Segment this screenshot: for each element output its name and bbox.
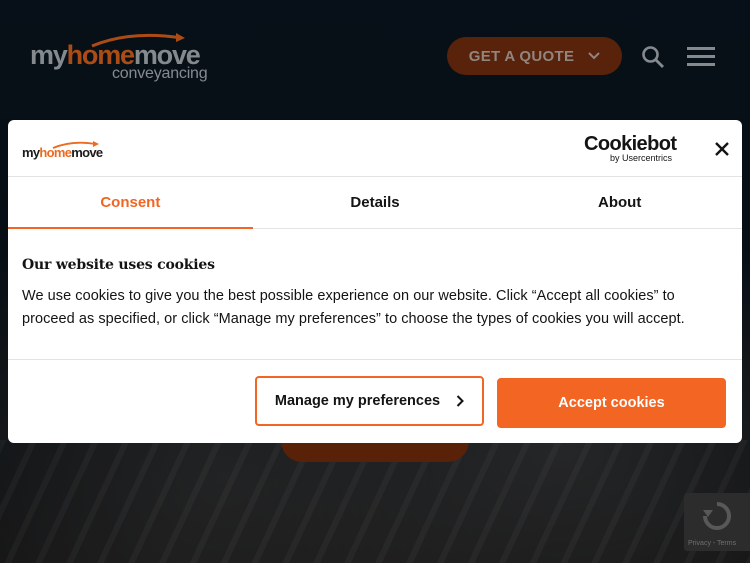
tab-consent[interactable]: Consent <box>8 177 253 229</box>
cookiebot-logo[interactable]: Cookiebot by Usercentrics <box>584 133 684 163</box>
manage-preferences-label: Manage my preferences <box>274 393 441 409</box>
accept-cookies-button[interactable]: Accept cookies <box>497 378 726 428</box>
dialog-header: myhomemove Cookiebot by Usercentrics <box>8 120 742 177</box>
dialog-body: Our website uses cookies We use cookies … <box>22 257 722 331</box>
manage-preferences-button[interactable]: Manage my preferences <box>255 376 484 426</box>
dialog-title: Our website uses cookies <box>22 257 215 273</box>
chevron-right-icon <box>456 395 465 407</box>
cookiebot-sub: by Usercentrics <box>610 153 673 163</box>
close-icon <box>715 142 729 156</box>
cookie-consent-dialog: myhomemove Cookiebot by Usercentrics Con… <box>8 120 742 443</box>
dialog-footer: Manage my preferences Accept cookies <box>8 359 742 443</box>
dialog-tabs: Consent Details About <box>8 177 742 229</box>
dialog-logo-wordmark: myhomemove <box>22 145 103 160</box>
dialog-description: We use cookies to give you the best poss… <box>22 288 685 327</box>
dialog-site-logo: myhomemove <box>22 141 114 161</box>
tab-about[interactable]: About <box>497 177 742 228</box>
tab-details[interactable]: Details <box>253 177 498 228</box>
close-button[interactable] <box>711 138 733 160</box>
